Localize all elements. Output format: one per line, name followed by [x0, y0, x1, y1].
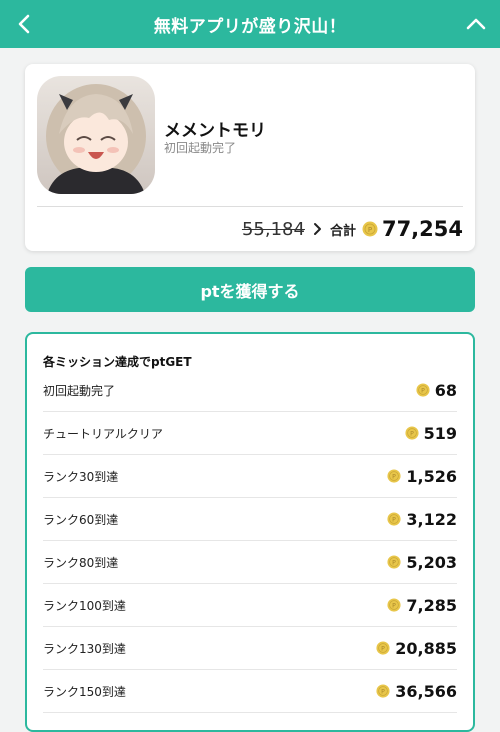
mission-row: ランク30到達 P 1,526 [43, 455, 457, 498]
mission-points: 3,122 [406, 509, 457, 529]
mission-label: ランク130到達 [43, 641, 126, 656]
mission-reward: P 5,203 [387, 553, 457, 572]
mission-row: 初回起動完了 P 68 [43, 369, 457, 412]
missions-panel: 各ミッション達成でptGET 初回起動完了 P 68 チュートリアルクリア P 519 ラン… [25, 332, 475, 732]
mission-points: 68 [434, 380, 457, 400]
point-coin-icon: P [362, 221, 378, 237]
mission-label: ランク30到達 [43, 469, 119, 484]
collapse-button[interactable] [464, 12, 488, 36]
svg-text:P: P [393, 474, 397, 481]
svg-text:P: P [393, 560, 397, 567]
mission-row: ランク60到達 P 3,122 [43, 498, 457, 541]
mission-reward: P 20,885 [376, 639, 457, 658]
mission-label: ランク100到達 [43, 598, 126, 613]
mission-row: ランク150到達 P 36,566 [43, 670, 457, 713]
app-card: メメントモリ 初回起動完了 55,184 合計 P 77,254 [25, 64, 475, 251]
mission-points: 7,285 [406, 595, 457, 615]
app-name: メメントモリ [164, 121, 266, 141]
mission-row: ランク100到達 P 7,285 [43, 584, 457, 627]
point-coin-icon: P [387, 512, 401, 526]
mission-points: 519 [423, 423, 457, 443]
mission-points: 36,566 [395, 681, 457, 701]
total-label: 合計 [329, 223, 356, 239]
svg-text:P: P [393, 603, 397, 610]
chevron-up-icon [466, 18, 486, 30]
card-divider [37, 206, 463, 207]
mission-label: ランク60到達 [43, 512, 119, 527]
svg-text:P: P [368, 226, 372, 234]
missions-title: 各ミッション達成でptGET [43, 355, 192, 369]
total-points: 77,254 [381, 217, 463, 241]
mission-label: ランク150到達 [43, 684, 126, 699]
mission-reward: P 519 [405, 424, 457, 443]
mission-points: 5,203 [406, 552, 457, 572]
previous-points: 55,184 [241, 218, 305, 240]
header-title: 無料アプリが盛り沢山！ [153, 16, 347, 37]
mission-label: チュートリアルクリア [43, 426, 163, 441]
mission-points: 1,526 [406, 466, 457, 486]
point-coin-icon: P [376, 641, 390, 655]
mission-row: チュートリアルクリア P 519 [43, 412, 457, 455]
chevron-right-icon [313, 222, 322, 236]
get-points-button[interactable]: ptを獲得する [25, 267, 475, 312]
point-coin-icon: P [376, 684, 390, 698]
point-coin-icon: P [405, 426, 419, 440]
point-coin-icon: P [416, 383, 430, 397]
mission-row: ランク80到達 P 5,203 [43, 541, 457, 584]
back-button[interactable] [12, 12, 36, 36]
mission-reward: P 7,285 [387, 596, 457, 615]
mission-label: 初回起動完了 [43, 383, 116, 398]
mission-points: 20,885 [395, 638, 457, 658]
mission-reward: P 68 [416, 381, 457, 400]
mission-reward: P 1,526 [387, 467, 457, 486]
svg-text:P: P [381, 689, 385, 696]
mission-reward: P 36,566 [376, 682, 457, 701]
points-summary: 55,184 合計 P 77,254 [242, 216, 463, 242]
svg-text:P: P [410, 431, 414, 438]
mission-row: ランク130到達 P 20,885 [43, 627, 457, 670]
svg-text:P: P [381, 646, 385, 653]
point-coin-icon: P [387, 469, 401, 483]
chevron-left-icon [18, 14, 30, 34]
mission-label: ランク80到達 [43, 555, 119, 570]
app-icon[interactable] [37, 76, 155, 194]
app-character-icon [37, 76, 155, 194]
point-coin-icon: P [387, 555, 401, 569]
header-bar: 無料アプリが盛り沢山！ [0, 0, 500, 48]
svg-text:P: P [421, 388, 425, 395]
mission-reward: P 3,122 [387, 510, 457, 529]
app-status: 初回起動完了 [164, 141, 237, 155]
svg-text:P: P [393, 517, 397, 524]
point-coin-icon: P [387, 598, 401, 612]
